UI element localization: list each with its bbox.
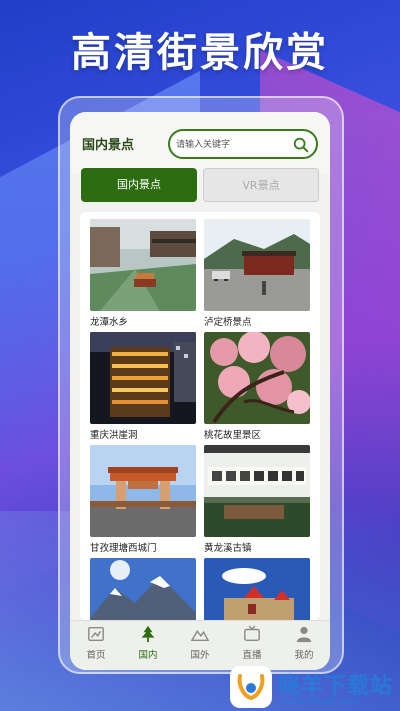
search-icon[interactable] [292,136,310,154]
watermark-text: 晓羊下载站 [278,674,394,699]
spot-image[interactable] [90,332,196,424]
spot-image[interactable] [204,558,310,620]
spot-image[interactable] [90,219,196,311]
spot-card[interactable] [204,558,310,620]
spot-card[interactable]: 泸定桥景点 [204,219,310,328]
spot-image[interactable] [204,219,310,311]
spot-image[interactable] [204,445,310,537]
nav-label: 国外 [190,650,210,661]
nav-label: 直播 [242,650,262,661]
map-icon [88,626,104,642]
spot-card[interactable]: 重庆洪崖洞 [90,332,196,441]
spot-image[interactable] [90,445,196,537]
watermark: 晓羊下载站 www.xfhygs.com [230,664,400,711]
mountain-icon [191,630,209,642]
nav-label: 我的 [294,650,314,661]
tree-icon [141,625,155,643]
nav-item-mine[interactable]: 我的 [282,625,326,661]
user-icon [296,626,312,643]
page-title: 国内景点 [82,138,135,153]
spot-name: 重庆洪崖洞 [90,430,138,441]
spot-card[interactable] [90,558,196,620]
app-screen: 国内景点 国内景点 VR景点 [70,112,330,670]
search-box[interactable] [168,129,318,159]
nav-item-live[interactable]: 直播 [230,625,274,661]
spot-image[interactable] [204,332,310,424]
watermark-url: www.xfhygs.com [282,697,359,707]
tv-icon [244,625,260,642]
tab-domestic[interactable]: 国内景点 [81,168,197,202]
tab-vr[interactable]: VR景点 [203,168,319,202]
spot-card[interactable]: 桃花故里景区 [204,332,310,441]
spot-grid: 龙潭水乡 泸定桥景点 重庆洪崖洞 桃花故里景区 甘孜理塘西城门 黄龙溪古镇 [80,212,320,620]
spot-name: 桃花故里景区 [204,430,262,441]
spot-name: 甘孜理塘西城门 [90,543,157,554]
spot-card[interactable]: 黄龙溪古镇 [204,445,310,554]
bottom-nav: 首页 国内 国外 直播 我的 [70,620,330,670]
spot-card[interactable]: 甘孜理塘西城门 [90,445,196,554]
spot-name: 龙潭水乡 [90,317,129,328]
spot-name: 黄龙溪古镇 [204,543,252,554]
nav-item-domestic[interactable]: 国内 [126,625,170,661]
top-bar: 国内景点 [70,112,330,174]
watermark-logo [230,666,272,708]
promo-headline: 高清街景欣赏 [71,30,329,76]
nav-item-home[interactable]: 首页 [74,625,118,661]
nav-label: 国内 [138,650,158,661]
spot-image[interactable] [90,558,196,620]
nav-label: 首页 [86,650,106,661]
nav-item-abroad[interactable]: 国外 [178,625,222,661]
spot-name: 泸定桥景点 [204,317,252,328]
spot-card[interactable]: 龙潭水乡 [90,219,196,328]
search-input[interactable] [176,137,286,153]
tabs: 国内景点 VR景点 [70,168,330,208]
